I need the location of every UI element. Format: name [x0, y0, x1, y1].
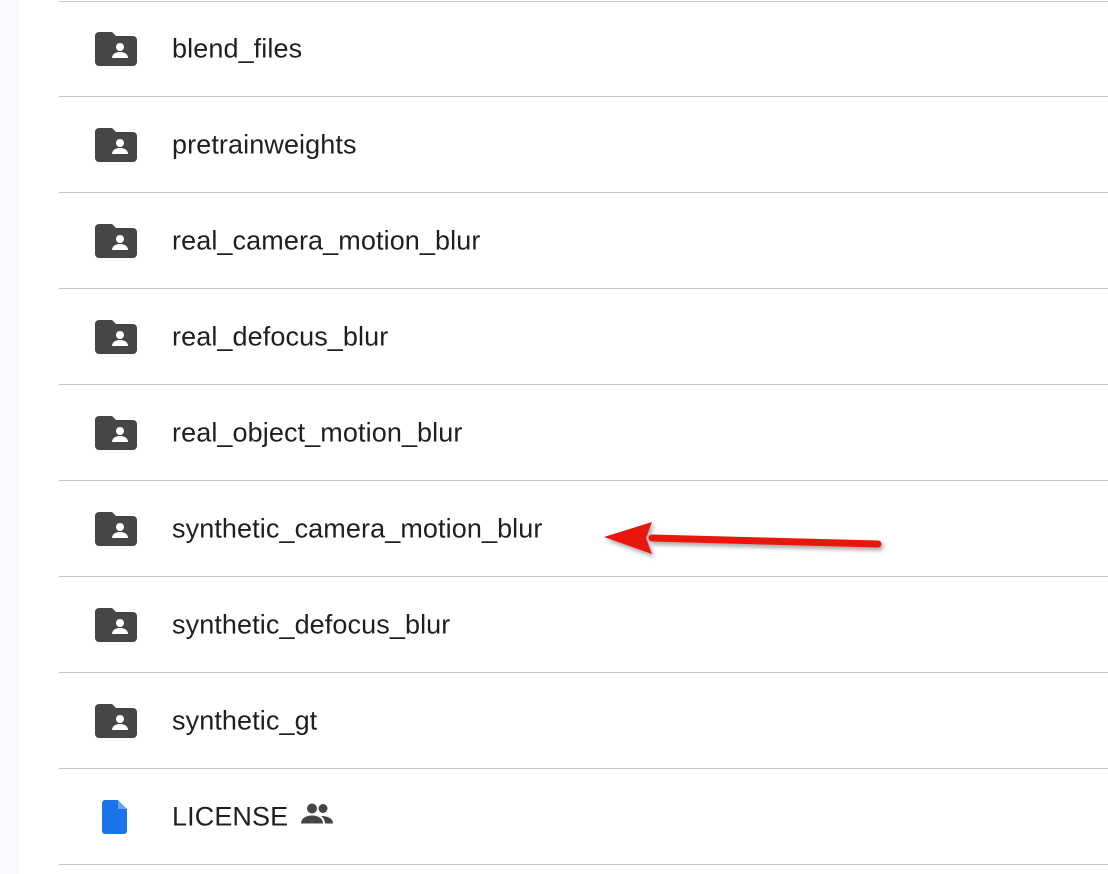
shared-folder-icon — [95, 223, 137, 258]
file-row-real-object-motion-blur[interactable]: real_object_motion_blur — [59, 385, 1108, 481]
shared-folder-icon — [95, 607, 137, 642]
file-name: synthetic_gt — [172, 705, 318, 735]
shared-folder-icon — [95, 511, 137, 546]
file-name: pretrainweights — [172, 129, 357, 159]
shared-folder-icon — [95, 415, 137, 450]
file-name: synthetic_defocus_blur — [172, 609, 451, 639]
file-row-synthetic-defocus-blur[interactable]: synthetic_defocus_blur — [59, 577, 1108, 673]
file-name: real_camera_motion_blur — [172, 225, 481, 255]
file-row-synthetic-gt[interactable]: synthetic_gt — [59, 673, 1108, 769]
drive-file-list-page: blend_files pretrainweights real_camera_… — [0, 0, 1108, 874]
file-name: blend_files — [172, 33, 303, 64]
file-name: LICENSE — [172, 801, 289, 831]
file-name: real_defocus_blur — [172, 321, 389, 351]
file-row-synthetic-camera-motion-blur[interactable]: synthetic_camera_motion_blur — [59, 481, 1108, 577]
file-row-pretrainweights[interactable]: pretrainweights — [59, 97, 1108, 193]
file-name-with-shared: LICENSE — [172, 801, 334, 832]
file-row-real-camera-motion-blur[interactable]: real_camera_motion_blur — [59, 193, 1108, 289]
shared-people-icon — [300, 800, 334, 831]
shared-folder-icon — [95, 32, 137, 66]
file-row-real-defocus-blur[interactable]: real_defocus_blur — [59, 289, 1108, 385]
shared-folder-icon — [95, 319, 137, 354]
file-name: synthetic_camera_motion_blur — [172, 513, 543, 543]
shared-folder-icon — [95, 703, 137, 738]
document-icon — [95, 799, 137, 834]
left-sidebar-edge — [0, 0, 19, 874]
shared-folder-icon — [95, 127, 137, 162]
file-list: blend_files pretrainweights real_camera_… — [59, 1, 1108, 865]
file-row-blend-files[interactable]: blend_files — [59, 1, 1108, 97]
file-row-license[interactable]: LICENSE — [59, 769, 1108, 865]
file-name: real_object_motion_blur — [172, 417, 463, 447]
